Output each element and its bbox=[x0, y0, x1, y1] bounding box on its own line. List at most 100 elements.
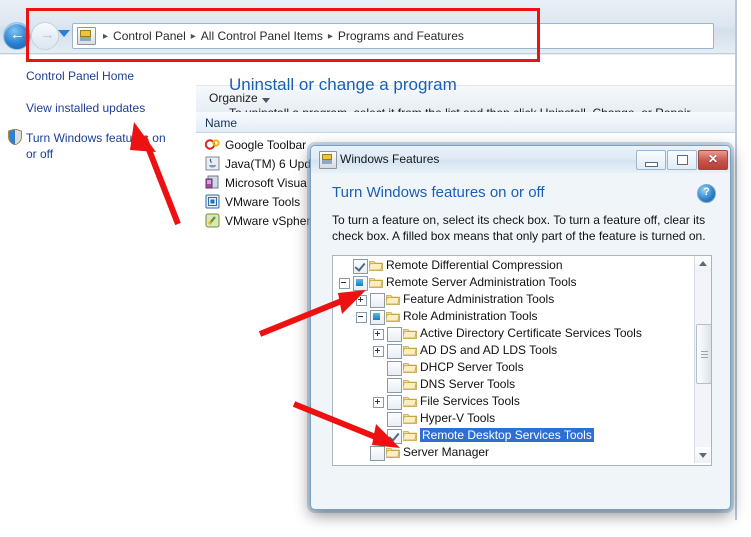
tree-item[interactable]: Remote Differential Compression bbox=[333, 257, 711, 274]
folder-icon bbox=[386, 448, 400, 458]
list-item-label: Java(TM) 6 Upd bbox=[225, 156, 312, 171]
scroll-down-arrow-icon[interactable] bbox=[695, 447, 711, 463]
dialog-body: Turn Windows features on or off ? To tur… bbox=[312, 173, 729, 508]
windows-features-tree[interactable]: Remote Differential Compression Remote Se… bbox=[332, 255, 712, 466]
help-glyph: ? bbox=[703, 186, 710, 198]
tree-item[interactable]: Hyper-V Tools bbox=[333, 410, 711, 427]
page-title: Uninstall or change a program bbox=[229, 75, 457, 94]
list-column-header[interactable] bbox=[196, 112, 737, 133]
feature-checkbox[interactable] bbox=[387, 361, 402, 376]
list-item[interactable]: Java(TM) 6 Upd bbox=[205, 154, 311, 173]
vmware-tools-icon bbox=[205, 194, 220, 209]
feature-checkbox[interactable] bbox=[387, 378, 402, 393]
folder-icon bbox=[386, 312, 400, 322]
list-item-label: Microsoft Visua bbox=[225, 175, 307, 190]
tree-item-label: Role Administration Tools bbox=[403, 309, 538, 323]
folder-icon bbox=[403, 380, 417, 390]
tree-item-label: Remote Server Administration Tools bbox=[386, 275, 577, 289]
window-right-edge bbox=[735, 0, 737, 520]
folder-icon bbox=[369, 261, 383, 271]
tree-item-label: Hyper-V Tools bbox=[420, 411, 496, 425]
list-item[interactable]: VMware Tools bbox=[205, 192, 300, 211]
close-button[interactable]: ✕ bbox=[698, 150, 728, 170]
feature-checkbox[interactable] bbox=[387, 344, 402, 359]
google-toolbar-icon bbox=[205, 139, 220, 150]
shield-icon bbox=[8, 129, 22, 145]
dialog-heading: Turn Windows features on or off bbox=[332, 184, 545, 201]
folder-icon bbox=[403, 397, 417, 407]
tree-item-label: Server Manager bbox=[403, 445, 490, 459]
folder-icon bbox=[403, 363, 417, 373]
tree-scrollbar[interactable] bbox=[694, 256, 711, 463]
vmware-vsphere-icon bbox=[205, 213, 220, 228]
tree-item-label: Active Directory Certificate Services To… bbox=[420, 326, 642, 340]
list-item-label: VMware vSpher bbox=[225, 213, 311, 228]
dialog-title-bar[interactable]: Windows Features ✕ bbox=[311, 146, 730, 173]
tree-item-label: DNS Server Tools bbox=[420, 377, 516, 391]
collapse-minus-icon[interactable] bbox=[356, 312, 367, 323]
folder-icon bbox=[403, 346, 417, 356]
windows-features-dialog: Windows Features ✕ Turn Windows features… bbox=[310, 145, 731, 510]
collapse-minus-icon[interactable] bbox=[339, 278, 350, 289]
feature-checkbox[interactable] bbox=[387, 395, 402, 410]
scroll-up-arrow-icon[interactable] bbox=[695, 256, 711, 272]
maximize-button[interactable] bbox=[667, 150, 697, 170]
expand-plus-icon[interactable] bbox=[373, 329, 384, 340]
sidebar-item-control-panel-home[interactable]: Control Panel Home bbox=[26, 69, 134, 83]
feature-checkbox[interactable] bbox=[387, 412, 402, 427]
feature-checkbox[interactable] bbox=[370, 446, 385, 461]
tree-item[interactable]: Remote Desktop Services Tools bbox=[333, 427, 711, 444]
expand-plus-icon[interactable] bbox=[373, 346, 384, 357]
tree-item-label: DHCP Server Tools bbox=[420, 360, 524, 374]
tree-item[interactable]: Server Manager bbox=[333, 444, 711, 461]
tree-item-label: File Services Tools bbox=[420, 394, 520, 408]
sidebar-item-view-installed-updates[interactable]: View installed updates bbox=[26, 101, 145, 115]
list-item-label: VMware Tools bbox=[225, 194, 301, 209]
maximize-icon bbox=[677, 155, 688, 165]
folder-icon bbox=[403, 414, 417, 424]
feature-checkbox[interactable] bbox=[370, 293, 385, 308]
tree-item[interactable]: DHCP Server Tools bbox=[333, 359, 711, 376]
feature-checkbox[interactable] bbox=[370, 310, 385, 325]
microsoft-visual-icon bbox=[205, 175, 219, 189]
minimize-icon bbox=[645, 162, 658, 167]
scrollbar-thumb[interactable] bbox=[696, 324, 711, 384]
minimize-button[interactable] bbox=[636, 150, 666, 170]
tree-item[interactable]: DNS Server Tools bbox=[333, 376, 711, 393]
dialog-title: Windows Features bbox=[340, 152, 440, 166]
expand-plus-icon[interactable] bbox=[356, 295, 367, 306]
feature-checkbox[interactable] bbox=[353, 276, 368, 291]
tree-item-label: Remote Differential Compression bbox=[386, 258, 563, 272]
windows-features-icon bbox=[319, 151, 337, 169]
tree-item-label: Feature Administration Tools bbox=[403, 292, 555, 306]
tree-item-label: AD DS and AD LDS Tools bbox=[420, 343, 558, 357]
expand-plus-icon[interactable] bbox=[373, 397, 384, 408]
chevron-down-icon[interactable] bbox=[262, 98, 270, 103]
tree-item[interactable]: Active Directory Certificate Services To… bbox=[333, 325, 711, 342]
list-item[interactable]: Microsoft Visua bbox=[205, 173, 307, 192]
tree-item[interactable]: Remote Server Administration Tools bbox=[333, 274, 711, 291]
java-icon bbox=[205, 156, 220, 171]
sidebar-item-turn-windows-features-on-or-off[interactable]: Turn Windows features on or off bbox=[26, 130, 176, 162]
list-item-label: Google Toolbar bbox=[225, 137, 307, 152]
tree-item[interactable]: Role Administration Tools bbox=[333, 308, 711, 325]
column-header-name[interactable]: Name bbox=[205, 116, 237, 130]
annotation-highlight-box bbox=[26, 8, 540, 62]
help-icon[interactable]: ? bbox=[697, 184, 716, 203]
folder-icon bbox=[403, 329, 417, 339]
folder-icon bbox=[369, 278, 383, 288]
tree-item-label: Remote Desktop Services Tools bbox=[420, 428, 594, 442]
feature-checkbox[interactable] bbox=[387, 327, 402, 342]
folder-icon bbox=[386, 295, 400, 305]
tree-item[interactable]: Feature Administration Tools bbox=[333, 291, 711, 308]
close-icon: ✕ bbox=[707, 152, 719, 166]
feature-checkbox[interactable] bbox=[387, 429, 402, 444]
folder-icon bbox=[403, 431, 417, 441]
feature-checkbox[interactable] bbox=[353, 259, 368, 274]
list-item[interactable]: Google Toolbar bbox=[205, 135, 306, 154]
tree-item[interactable]: File Services Tools bbox=[333, 393, 711, 410]
list-item[interactable]: VMware vSpher bbox=[205, 211, 310, 230]
back-arrow-icon: ← bbox=[10, 26, 25, 43]
tree-item[interactable]: AD DS and AD LDS Tools bbox=[333, 342, 711, 359]
scrollbar-grip bbox=[701, 351, 708, 352]
